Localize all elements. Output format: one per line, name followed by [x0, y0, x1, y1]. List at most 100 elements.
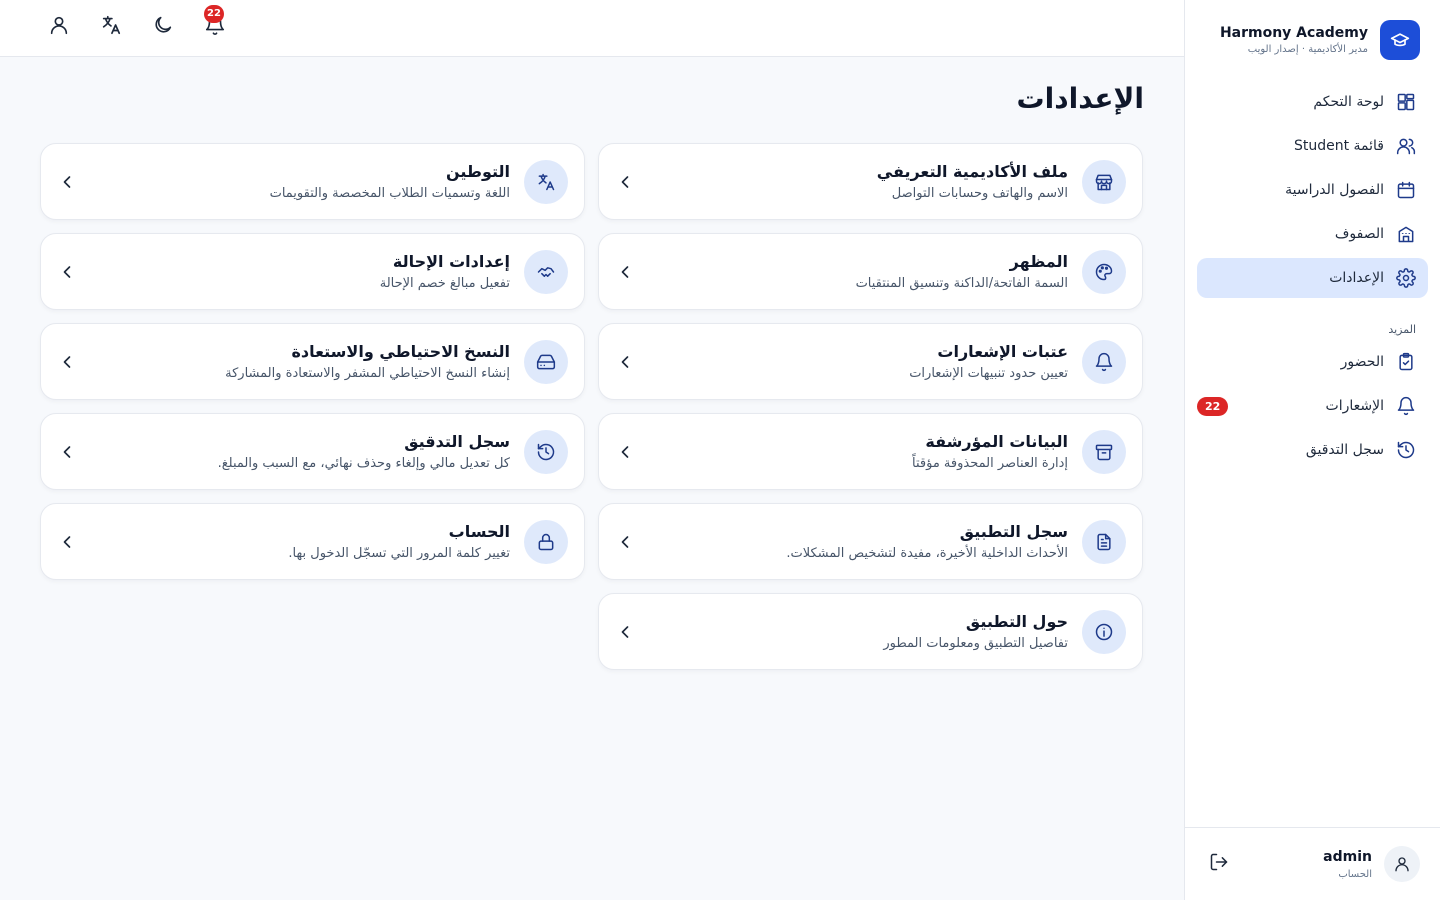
- sidebar-item-label: الحضور: [1340, 354, 1384, 370]
- page-title: الإعدادات: [1016, 82, 1144, 115]
- building-icon: [1396, 224, 1416, 244]
- graduation-cap-icon: [1380, 20, 1420, 60]
- card-description: إدارة العناصر المحذوفة مؤقتاً: [912, 456, 1068, 471]
- topbar: 22: [0, 0, 1184, 57]
- brand-subtitle: مدير الأكاديمية · إصدار الويب: [1247, 44, 1368, 55]
- settings-card-about[interactable]: حول التطبيق تفاصيل التطبيق ومعلومات المط…: [598, 593, 1143, 670]
- chevron-left-icon: [57, 262, 77, 282]
- card-title: ملف الأكاديمية التعريفي: [876, 162, 1068, 181]
- card-description: تفعيل مبالغ خصم الإحالة: [379, 276, 510, 291]
- card-description: اللغة وتسميات الطلاب المخصصة والتقويمات: [269, 186, 510, 201]
- sidebar-item-attendance[interactable]: الحضور: [1197, 342, 1428, 382]
- sidebar-item-label: لوحة التحكم: [1313, 94, 1384, 110]
- hard-drive-icon: [524, 339, 568, 384]
- sidebar-item-label: الصفوف: [1334, 226, 1384, 242]
- sidebar-nav: لوحة التحكم قائمة Student الفصول الدراسي…: [1197, 82, 1428, 474]
- card-description: الأحداث الداخلية الأخيرة، مفيدة لتشخيص ا…: [786, 546, 1068, 561]
- settings-card-appearance[interactable]: المظهر السمة الفاتحة/الداكنة وتنسيق المن…: [598, 233, 1143, 310]
- account-subtitle: الحساب: [1338, 868, 1372, 880]
- theme-toggle-button[interactable]: [152, 14, 176, 38]
- sidebar-item-label: الفصول الدراسية: [1285, 182, 1384, 198]
- sidebar-item-classes[interactable]: الصفوف: [1197, 214, 1428, 254]
- sidebar-item-label: سجل التدقيق: [1305, 442, 1384, 458]
- sidebar-item-label: الإعدادات: [1329, 270, 1384, 286]
- card-title: الحساب: [448, 522, 510, 541]
- card-title: حول التطبيق: [965, 612, 1068, 631]
- sidebar-item-label: قائمة Student: [1293, 138, 1384, 154]
- settings-card-backup-restore[interactable]: النسخ الاحتياطي والاستعادة إنشاء النسخ ا…: [40, 323, 585, 400]
- translate-icon: [524, 159, 568, 204]
- sidebar-item-audit-log[interactable]: سجل التدقيق: [1197, 430, 1428, 470]
- handshake-icon: [524, 249, 568, 294]
- language-button[interactable]: [100, 14, 124, 38]
- notification-badge: 22: [204, 5, 224, 23]
- lock-icon: [524, 519, 568, 564]
- sidebar-item-settings[interactable]: الإعدادات: [1197, 258, 1428, 298]
- sidebar-item-dashboard[interactable]: لوحة التحكم: [1197, 82, 1428, 122]
- history-icon: [1396, 440, 1416, 460]
- history-icon: [524, 429, 568, 474]
- card-description: كل تعديل مالي وإلغاء وحذف نهائي، مع السب…: [217, 456, 510, 471]
- card-description: الاسم والهاتف وحسابات التواصل: [891, 186, 1068, 201]
- notifications-button[interactable]: 22: [204, 5, 228, 38]
- notification-count-badge: 22: [1197, 397, 1229, 416]
- chevron-left-icon: [57, 352, 77, 372]
- settings-card-app-log[interactable]: سجل التطبيق الأحداث الداخلية الأخيرة، مف…: [598, 503, 1143, 580]
- card-title: إعدادات الإحالة: [392, 252, 510, 271]
- users-icon: [1396, 136, 1416, 156]
- settings-card-referral[interactable]: إعدادات الإحالة تفعيل مبالغ خصم الإحالة: [40, 233, 585, 310]
- settings-card-notification-thresholds[interactable]: عتبات الإشعارات تعيين حدود تنبيهات الإشع…: [598, 323, 1143, 400]
- topbar-actions: 22: [48, 5, 228, 42]
- sidebar-item-label: الإشعارات: [1325, 398, 1384, 414]
- account-name: admin: [1323, 848, 1372, 865]
- file-text-icon: [1082, 519, 1126, 564]
- settings-card-audit-log[interactable]: سجل التدقيق كل تعديل مالي وإلغاء وحذف نه…: [40, 413, 585, 490]
- profile-button[interactable]: [48, 14, 72, 38]
- chevron-left-icon: [615, 622, 635, 642]
- sidebar-item-notifications[interactable]: الإشعارات 22: [1197, 386, 1428, 426]
- card-title: المظهر: [1009, 252, 1068, 271]
- translate-icon: [100, 14, 124, 36]
- card-title: سجل التدقيق: [404, 432, 510, 451]
- account-panel: admin الحساب: [1185, 827, 1440, 900]
- card-title: النسخ الاحتياطي والاستعادة: [291, 342, 510, 361]
- settings-card-localization[interactable]: التوطين اللغة وتسميات الطلاب المخصصة وال…: [40, 143, 585, 220]
- chevron-left-icon: [57, 172, 77, 192]
- dashboard-icon: [1396, 92, 1416, 112]
- card-description: تعيين حدود تنبيهات الإشعارات: [909, 366, 1068, 381]
- sidebar-section-label: المزيد: [1388, 323, 1416, 336]
- brand-title: Harmony Academy: [1219, 25, 1368, 41]
- chevron-left-icon: [615, 442, 635, 462]
- card-description: تفاصيل التطبيق ومعلومات المطور: [883, 636, 1068, 651]
- palette-icon: [1082, 249, 1126, 294]
- calendar-icon: [1396, 180, 1416, 200]
- store-icon: [1082, 159, 1126, 204]
- settings-card-academy-profile[interactable]: ملف الأكاديمية التعريفي الاسم والهاتف وح…: [598, 143, 1143, 220]
- chevron-left-icon: [57, 532, 77, 552]
- avatar[interactable]: [1384, 846, 1420, 882]
- card-description: تغيير كلمة المرور التي تسجّل الدخول بها.: [288, 546, 510, 561]
- settings-card-account[interactable]: الحساب تغيير كلمة المرور التي تسجّل الدخ…: [40, 503, 585, 580]
- chevron-left-icon: [57, 442, 77, 462]
- settings-grid: ملف الأكاديمية التعريفي الاسم والهاتف وح…: [40, 143, 1143, 670]
- info-icon: [1082, 609, 1126, 654]
- settings-card-archived-data[interactable]: البيانات المؤرشفة إدارة العناصر المحذوفة…: [598, 413, 1143, 490]
- sidebar-item-students[interactable]: قائمة Student: [1197, 126, 1428, 166]
- bell-icon: [1082, 339, 1126, 384]
- card-title: البيانات المؤرشفة: [925, 432, 1068, 451]
- sidebar-item-semesters[interactable]: الفصول الدراسية: [1197, 170, 1428, 210]
- card-title: سجل التطبيق: [959, 522, 1068, 541]
- archive-icon: [1082, 429, 1126, 474]
- sidebar: Harmony Academy مدير الأكاديمية · إصدار …: [1184, 0, 1440, 900]
- moon-icon: [152, 14, 176, 36]
- clipboard-check-icon: [1396, 352, 1416, 372]
- chevron-left-icon: [615, 172, 635, 192]
- chevron-left-icon: [615, 352, 635, 372]
- card-description: السمة الفاتحة/الداكنة وتنسيق المنتقيات: [855, 276, 1068, 291]
- logout-icon[interactable]: [1205, 852, 1229, 876]
- gear-icon: [1396, 268, 1416, 288]
- card-title: التوطين: [445, 162, 510, 181]
- brand: Harmony Academy مدير الأكاديمية · إصدار …: [1205, 20, 1420, 60]
- card-description: إنشاء النسخ الاحتياطي المشفر والاستعادة …: [225, 366, 510, 381]
- chevron-left-icon: [615, 262, 635, 282]
